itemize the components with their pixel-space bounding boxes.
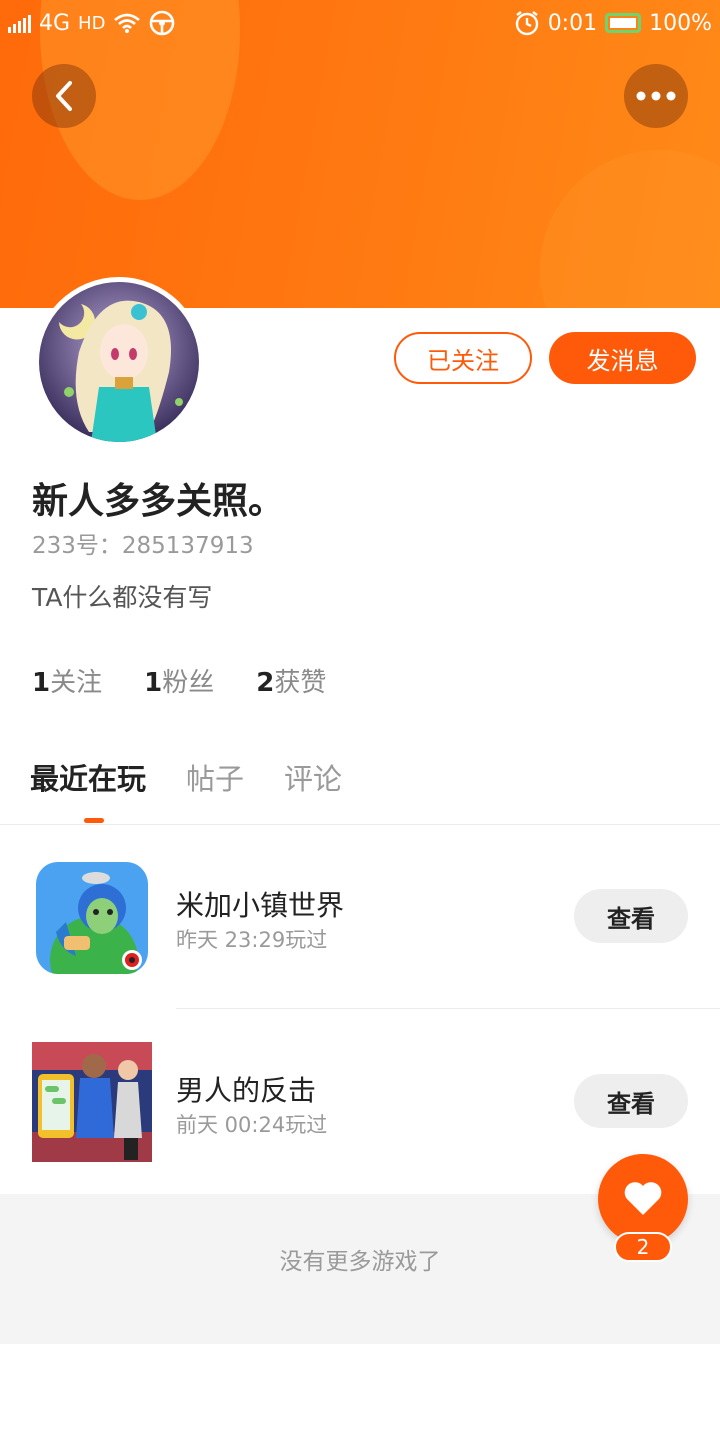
- battery-icon: [605, 13, 642, 33]
- stat-following[interactable]: 1关注: [32, 662, 102, 699]
- like-count-badge: 2: [614, 1232, 672, 1262]
- alarm-icon: [515, 11, 538, 36]
- view-game-button[interactable]: 查看: [574, 889, 688, 943]
- more-dots-icon: [636, 91, 676, 101]
- mans-strikeback-icon: [32, 1042, 152, 1162]
- heart-icon: [624, 1182, 662, 1215]
- clock-time: 0:01: [547, 10, 598, 36]
- chevron-left-icon: [56, 81, 72, 111]
- tab-recently-played[interactable]: 最近在玩: [30, 756, 146, 798]
- avatar[interactable]: [34, 277, 204, 447]
- stat-value: 2: [256, 668, 275, 698]
- stat-followers[interactable]: 1粉丝: [144, 662, 214, 699]
- stat-label: 获赞: [274, 668, 327, 698]
- status-bar: 4G HD 0:01 100%: [0, 0, 720, 48]
- active-tab-indicator: [84, 818, 104, 823]
- toca-world-icon: [36, 862, 148, 974]
- game-last-played: 前天 00:24玩过: [176, 1113, 328, 1137]
- header-decoration: [540, 150, 720, 308]
- steering-wheel-icon: [150, 10, 175, 36]
- avatar-image: [39, 282, 199, 442]
- wifi-icon: [114, 13, 141, 33]
- stat-value: 1: [32, 668, 51, 698]
- game-title: 米加小镇世界: [176, 889, 345, 922]
- more-options-button[interactable]: [624, 64, 688, 128]
- stat-label: 关注: [50, 668, 103, 698]
- game-title: 男人的反击: [176, 1074, 317, 1107]
- signal-icon: [8, 13, 31, 33]
- user-id: 233号：285137913: [32, 533, 254, 559]
- view-game-button[interactable]: 查看: [574, 1074, 688, 1128]
- hd-indicator: HD: [78, 12, 106, 34]
- following-button[interactable]: 已关注: [394, 332, 532, 384]
- back-button[interactable]: [32, 64, 96, 128]
- like-button[interactable]: [598, 1154, 688, 1244]
- stat-label: 粉丝: [162, 668, 215, 698]
- send-message-button[interactable]: 发消息: [549, 332, 696, 384]
- tab-posts[interactable]: 帖子: [186, 756, 244, 798]
- user-bio: TA什么都没有写: [32, 583, 213, 612]
- profile-stats: 1关注 1粉丝 2获赞: [32, 662, 326, 699]
- username: 新人多多关照。: [32, 481, 285, 522]
- game-list-item[interactable]: 米加小镇世界 昨天 23:29玩过 查看: [0, 824, 720, 1008]
- battery-level: 100%: [649, 10, 712, 36]
- tab-comments[interactable]: 评论: [284, 756, 342, 798]
- stat-value: 1: [144, 668, 163, 698]
- profile-tabs: 最近在玩 帖子 评论: [30, 756, 342, 798]
- network-type: 4G: [39, 10, 71, 36]
- no-more-games-text: 没有更多游戏了: [279, 1249, 441, 1275]
- game-last-played: 昨天 23:29玩过: [176, 928, 328, 952]
- stat-likes[interactable]: 2获赞: [256, 662, 326, 699]
